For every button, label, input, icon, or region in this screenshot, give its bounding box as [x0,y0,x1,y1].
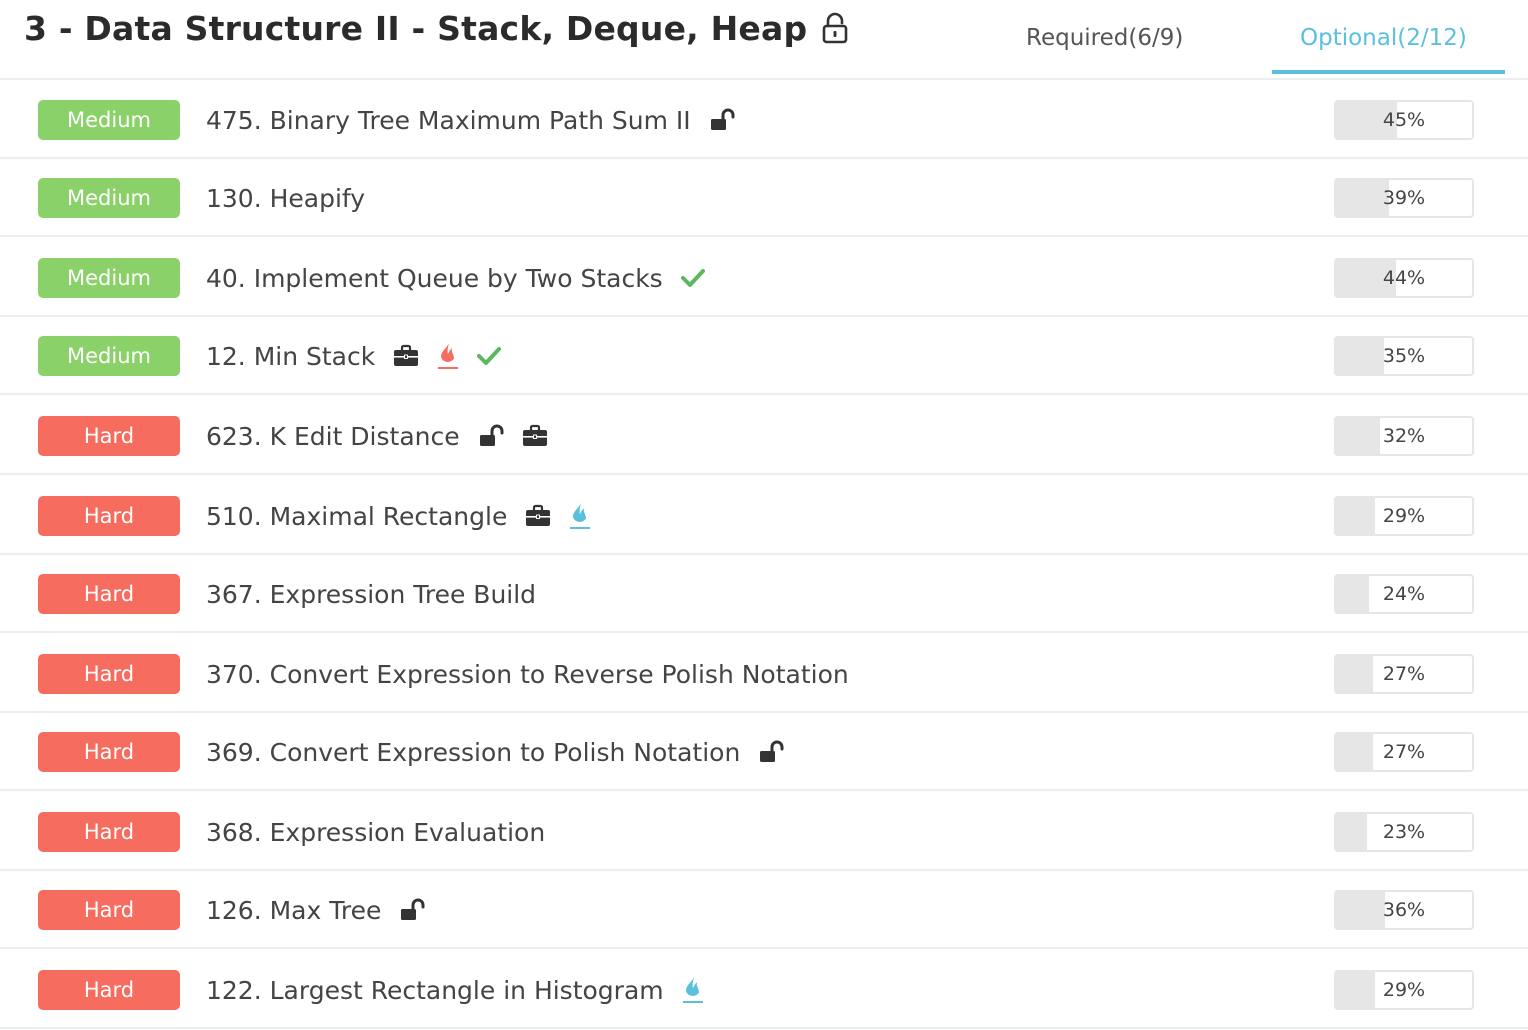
problem-title-link[interactable]: 368. Expression Evaluation [206,818,545,847]
acceptance-rate-label: 29% [1382,505,1426,527]
problem-row[interactable]: Hard 623. K Edit Distance 32% [0,396,1528,475]
problem-title-group: 126. Max Tree [206,890,425,930]
problem-title-link[interactable]: 367. Expression Tree Build [206,580,536,609]
acceptance-rate-bar: 44% [1334,258,1474,298]
difficulty-badge: Hard [38,574,180,614]
problem-title-group: 510. Maximal Rectangle [206,496,591,536]
difficulty-badge: Hard [38,890,180,930]
problem-row[interactable]: Hard 368. Expression Evaluation 23% [0,792,1528,871]
problem-row[interactable]: Hard 510. Maximal Rectangle 29% [0,476,1528,555]
difficulty-badge: Medium [38,100,180,140]
acceptance-rate-label: 44% [1382,267,1426,289]
briefcase-icon [393,344,419,368]
flame-blue-icon [682,976,704,1004]
problem-title-group: 368. Expression Evaluation [206,812,545,852]
problem-row[interactable]: Medium 475. Binary Tree Maximum Path Sum … [0,80,1528,159]
difficulty-badge: Medium [38,336,180,376]
problem-title-link[interactable]: 122. Largest Rectangle in Histogram [206,976,664,1005]
problem-row[interactable]: Medium 130. Heapify 39% [0,158,1528,237]
flame-red-icon [437,342,459,370]
problem-title-group: 623. K Edit Distance [206,416,548,456]
difficulty-badge: Hard [38,654,180,694]
check-icon [680,268,705,288]
briefcase-icon [522,424,548,448]
problem-row[interactable]: Medium 40. Implement Queue by Two Stacks 4… [0,238,1528,317]
acceptance-rate-bar: 23% [1334,812,1474,852]
problem-row[interactable]: Hard 122. Largest Rectangle in Histogram 2… [0,950,1528,1029]
problem-row[interactable]: Hard 126. Max Tree 36% [0,870,1528,949]
problem-row[interactable]: Hard 367. Expression Tree Build 24% [0,554,1528,633]
check-icon [477,346,502,366]
acceptance-rate-bar: 24% [1334,574,1474,614]
page-header: 3 - Data Structure II - Stack, Deque, He… [0,0,1528,80]
problem-title-group: 370. Convert Expression to Reverse Polis… [206,654,849,694]
acceptance-rate-label: 35% [1382,345,1426,367]
unlock-icon [709,108,735,132]
problem-row[interactable]: Hard 369. Convert Expression to Polish No… [0,712,1528,791]
difficulty-badge: Hard [38,732,180,772]
acceptance-rate-label: 45% [1382,109,1426,131]
acceptance-rate-bar: 35% [1334,336,1474,376]
acceptance-rate-label: 32% [1382,425,1426,447]
tab-optional[interactable]: Optional(2/12) [1300,18,1467,58]
problem-title-group: 475. Binary Tree Maximum Path Sum II [206,100,735,140]
flame-blue-icon [569,502,591,530]
acceptance-rate-label: 27% [1382,663,1426,685]
problem-title-link[interactable]: 126. Max Tree [206,896,381,925]
problem-title-link[interactable]: 370. Convert Expression to Reverse Polis… [206,660,849,689]
unlock-icon [478,424,504,448]
acceptance-rate-label: 23% [1382,821,1426,843]
problem-title-group: 369. Convert Expression to Polish Notati… [206,732,784,772]
acceptance-rate-bar: 29% [1334,970,1474,1010]
difficulty-badge: Hard [38,970,180,1010]
problem-title-group: 130. Heapify [206,178,365,218]
acceptance-rate-label: 36% [1382,899,1426,921]
problem-title-group: 40. Implement Queue by Two Stacks [206,258,705,298]
problem-title-group: 122. Largest Rectangle in Histogram [206,970,704,1010]
acceptance-rate-bar: 32% [1334,416,1474,456]
difficulty-badge: Medium [38,258,180,298]
acceptance-rate-label: 27% [1382,741,1426,763]
problem-title-link[interactable]: 40. Implement Queue by Two Stacks [206,264,663,293]
problem-title-link[interactable]: 12. Min Stack [206,342,375,371]
acceptance-rate-label: 24% [1382,583,1426,605]
problem-title-link[interactable]: 130. Heapify [206,184,365,213]
briefcase-icon [525,504,551,528]
acceptance-rate-bar: 39% [1334,178,1474,218]
acceptance-rate-label: 29% [1382,979,1426,1001]
problem-title-link[interactable]: 510. Maximal Rectangle [206,502,507,531]
difficulty-badge: Medium [38,178,180,218]
problem-row[interactable]: Hard 370. Convert Expression to Reverse P… [0,634,1528,713]
problem-title-link[interactable]: 475. Binary Tree Maximum Path Sum II [206,106,691,135]
acceptance-rate-bar: 36% [1334,890,1474,930]
unlock-icon [758,740,784,764]
unlock-outline-icon [821,12,849,44]
acceptance-rate-bar: 27% [1334,732,1474,772]
problem-title-group: 12. Min Stack [206,336,502,376]
difficulty-badge: Hard [38,416,180,456]
tab-required[interactable]: Required(6/9) [1026,18,1183,58]
problem-title-link[interactable]: 623. K Edit Distance [206,422,460,451]
unlock-icon [399,898,425,922]
problem-title-group: 367. Expression Tree Build [206,574,536,614]
difficulty-badge: Hard [38,812,180,852]
page-title-text: 3 - Data Structure II - Stack, Deque, He… [24,8,808,48]
acceptance-rate-label: 39% [1382,187,1426,209]
acceptance-rate-bar: 29% [1334,496,1474,536]
problem-title-link[interactable]: 369. Convert Expression to Polish Notati… [206,738,740,767]
difficulty-badge: Hard [38,496,180,536]
acceptance-rate-bar: 45% [1334,100,1474,140]
acceptance-rate-bar: 27% [1334,654,1474,694]
active-tab-indicator [1272,70,1505,74]
problem-row[interactable]: Medium 12. Min Stack 35% [0,316,1528,395]
page-title: 3 - Data Structure II - Stack, Deque, He… [24,6,849,50]
